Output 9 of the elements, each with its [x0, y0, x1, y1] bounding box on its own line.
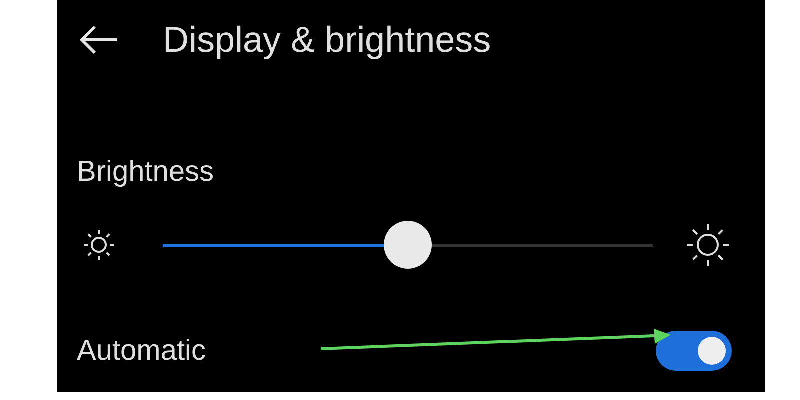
toggle-switch[interactable] — [656, 331, 732, 371]
sun-icon — [685, 222, 731, 268]
sun-icon — [83, 229, 115, 261]
brightness-label: Brightness — [77, 156, 216, 189]
automatic-label: Automatic — [77, 334, 206, 368]
brightness-slider[interactable] — [163, 221, 653, 269]
slider-thumb[interactable] — [384, 221, 432, 269]
screen-title: Display & brightness — [163, 19, 492, 61]
back-arrow-icon[interactable] — [79, 25, 119, 55]
